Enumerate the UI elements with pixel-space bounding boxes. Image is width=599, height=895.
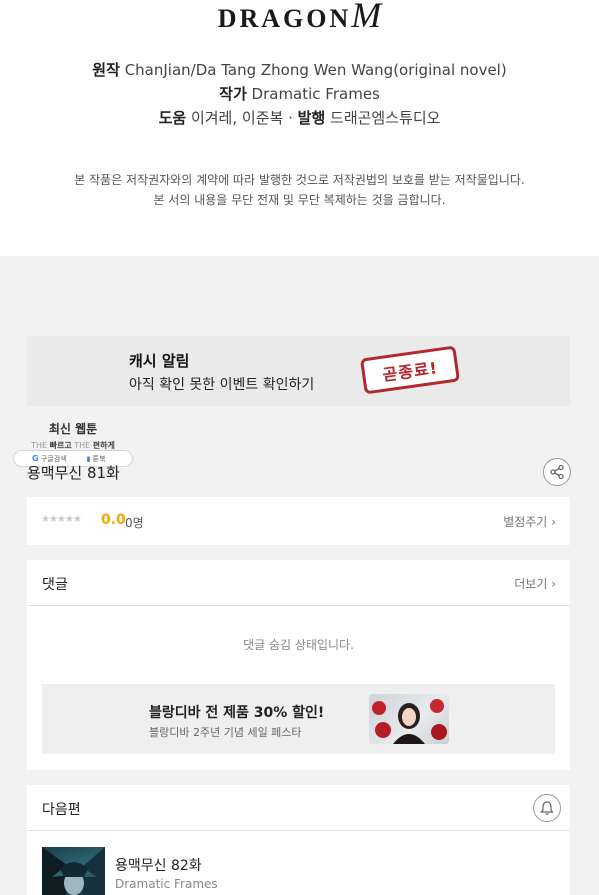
rating-score: 0.0 xyxy=(101,512,126,528)
credit-original: 원작 ChanJian/Da Tang Zhong Wen Wang(origi… xyxy=(92,61,507,79)
share-icon xyxy=(550,464,564,480)
episode-title: 용맥무신 81화 xyxy=(27,464,120,482)
cash-alert-title: 캐시 알림 xyxy=(129,352,190,370)
comments-hidden-message: 댓글 숨김 상태입니다. xyxy=(243,638,354,652)
credits: 원작 ChanJian/Da Tang Zhong Wen Wang(origi… xyxy=(0,58,599,130)
next-episode-title[interactable]: 용맥무신 82화 xyxy=(115,855,202,875)
latest-webtoon-widget[interactable]: 최신 웹툰 THE 빠르고 THE 편하게 G 구글검색 ▮ 툰북 xyxy=(13,420,133,468)
comments-card: 댓글 더보기 › 댓글 숨김 상태입니다. 블랑디바 전 제품 30% 할인! … xyxy=(27,560,570,770)
notification-button[interactable] xyxy=(533,794,561,822)
thumbnail-illustration xyxy=(42,847,105,895)
comments-header: 댓글 더보기 › xyxy=(27,560,570,606)
promo-banner[interactable]: 블랑디바 전 제품 30% 할인! 블랑디바 2주년 기념 세일 페스타 xyxy=(42,684,555,754)
rating-card: ★★★★★ 0.0 0명 별점주기 › xyxy=(27,497,570,545)
comments-more-button[interactable]: 더보기 › xyxy=(514,575,556,592)
credit-assist-publish: 도움 이겨레, 이준복 · 발행 드래곤엠스튜디오 xyxy=(158,109,441,127)
rating-count: 0명 xyxy=(125,516,144,530)
copyright-notice: 본 작품은 저작권자와의 계약에 따라 발행한 것으로 저작권법의 보호를 받는… xyxy=(74,173,525,207)
publisher-logo: DRAGONM xyxy=(217,0,382,35)
credit-author: 작가 Dramatic Frames xyxy=(219,85,380,103)
next-episode-author: Dramatic Frames xyxy=(115,877,218,891)
widget-title: 최신 웹툰 xyxy=(48,422,98,436)
chevron-right-icon: › xyxy=(551,515,556,529)
comments-label: 댓글 xyxy=(42,577,68,593)
cash-alert-banner[interactable]: 캐시 알림 아직 확인 못한 이벤트 확인하기 곧종료! xyxy=(27,336,570,406)
cash-alert-subtitle: 아직 확인 못한 이벤트 확인하기 xyxy=(129,377,315,393)
next-episode-card: 다음편 용맥무신 82화 Dramatic Frames xyxy=(27,785,570,895)
share-button[interactable] xyxy=(543,458,571,486)
ending-soon-stamp: 곧종료! xyxy=(359,345,461,395)
chevron-right-icon: › xyxy=(551,577,556,591)
promo-subtitle: 블랑디바 2주년 기념 세일 페스타 xyxy=(149,726,302,739)
rate-button[interactable]: 별점주기 › xyxy=(503,513,556,530)
promo-model-illustration xyxy=(372,699,447,744)
next-episode-label: 다음편 xyxy=(42,802,81,818)
rating-stars: ★★★★★ xyxy=(41,514,82,525)
bell-icon xyxy=(540,801,554,815)
next-episode-header: 다음편 xyxy=(27,785,570,831)
promo-title: 블랑디바 전 제품 30% 할인! xyxy=(149,705,325,721)
next-episode-thumbnail[interactable] xyxy=(42,847,105,895)
series-info-section: DRAGONM 원작 ChanJian/Da Tang Zhong Wen Wa… xyxy=(0,0,599,256)
promo-image xyxy=(369,694,449,744)
